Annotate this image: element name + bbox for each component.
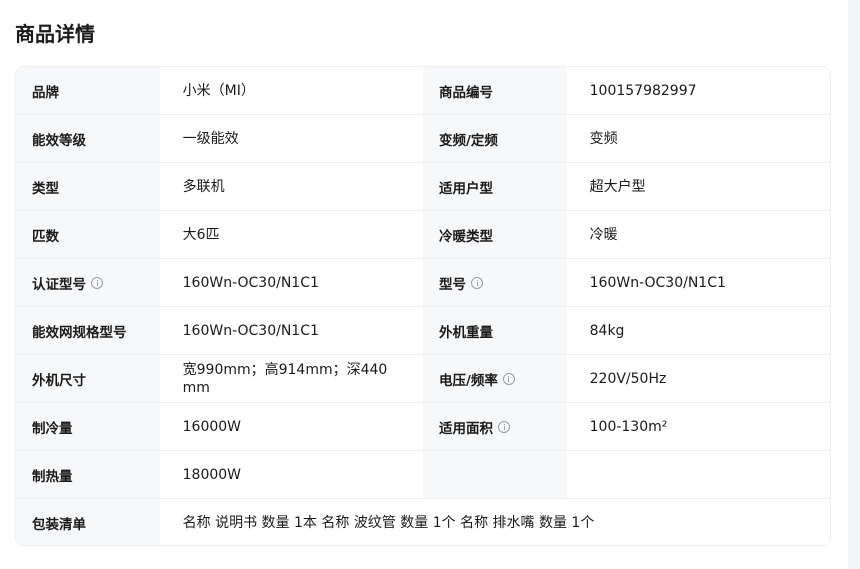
spec-value-outdoor-weight: 84kg xyxy=(567,307,830,354)
spec-label-text: 类型 xyxy=(32,180,59,197)
scrollbar-track[interactable] xyxy=(848,0,860,569)
spec-label-text: 认证型号 xyxy=(32,276,86,293)
spec-value-text: 84kg xyxy=(589,322,625,339)
info-icon[interactable] xyxy=(471,276,483,289)
table-row: 匹数 大6匹 冷暖类型 冷暖 xyxy=(16,211,830,259)
table-row: 能效等级 一级能效 变频/定频 变频 xyxy=(16,115,830,163)
spec-label-inverter: 变频/定频 xyxy=(423,115,567,162)
spec-value-heating-capacity: 18000W xyxy=(160,451,423,498)
spec-label-text: 外机尺寸 xyxy=(32,372,86,389)
spec-label-horsepower: 匹数 xyxy=(16,211,160,258)
spec-label-text: 制热量 xyxy=(32,468,73,485)
spec-label-heating-cooling: 冷暖类型 xyxy=(423,211,567,258)
spec-value-energy-grade: 一级能效 xyxy=(160,115,423,162)
spec-value-text: 宽990mm；高914mm；深440mm xyxy=(182,361,388,396)
spec-value-text: 名称 说明书 数量 1本 名称 波纹管 数量 1个 名称 排水嘴 数量 1个 xyxy=(182,515,595,531)
spec-label-text: 商品编号 xyxy=(439,84,493,101)
spec-value-cert-model: 160Wn-OC30/N1C1 xyxy=(160,259,423,306)
spec-value-text: 160Wn-OC30/N1C1 xyxy=(589,274,726,291)
spec-label-text: 适用户型 xyxy=(439,180,493,197)
spec-label-outdoor-weight: 外机重量 xyxy=(423,307,567,354)
spec-value-text: 超大户型 xyxy=(589,178,646,195)
table-row: 品牌 小米（MI） 商品编号 100157982997 xyxy=(16,67,830,115)
spec-label-empty xyxy=(423,451,567,498)
spec-value-text: 大6匹 xyxy=(182,226,220,243)
spec-value-heating-cooling: 冷暖 xyxy=(567,211,830,258)
spec-value-text: 一级能效 xyxy=(182,130,239,147)
spec-label-text: 冷暖类型 xyxy=(439,228,493,245)
info-icon[interactable] xyxy=(502,372,515,385)
spec-label-text: 型号 xyxy=(439,276,466,293)
spec-value-voltage-frequency: 220V/50Hz xyxy=(567,355,830,402)
spec-value-house-type: 超大户型 xyxy=(567,163,830,210)
table-row: 包装清单 名称 说明书 数量 1本 名称 波纹管 数量 1个 名称 排水嘴 数量… xyxy=(16,499,830,545)
spec-value-text: 16000W xyxy=(182,418,242,435)
spec-value-inverter: 变频 xyxy=(567,115,830,162)
spec-value-text: 变频 xyxy=(589,130,618,147)
spec-value-sku: 100157982997 xyxy=(567,67,830,114)
spec-label-cert-model: 认证型号 xyxy=(16,259,160,306)
spec-label-text: 能效等级 xyxy=(32,132,86,149)
spec-value-text: 小米（MI） xyxy=(182,82,255,99)
spec-value-text: 220V/50Hz xyxy=(589,370,667,387)
spec-value-text: 160Wn-OC30/N1C1 xyxy=(182,322,319,339)
spec-label-applicable-area: 适用面积 xyxy=(423,403,567,450)
spec-label-package-list: 包装清单 xyxy=(16,499,160,545)
spec-value-horsepower: 大6匹 xyxy=(160,211,423,258)
spec-label-energy-grade: 能效等级 xyxy=(16,115,160,162)
spec-label-model: 型号 xyxy=(423,259,567,306)
table-row: 制热量 18000W xyxy=(16,451,830,499)
spec-label-energy-spec-model: 能效网规格型号 xyxy=(16,307,160,354)
spec-label-heating-capacity: 制热量 xyxy=(16,451,160,498)
spec-label-text: 能效网规格型号 xyxy=(32,324,127,341)
spec-value-energy-spec-model: 160Wn-OC30/N1C1 xyxy=(160,307,423,354)
spec-value-cooling-capacity: 16000W xyxy=(160,403,423,450)
spec-label-cooling-capacity: 制冷量 xyxy=(16,403,160,450)
info-icon[interactable] xyxy=(91,276,103,289)
spec-value-applicable-area: 100-130m² xyxy=(567,403,830,450)
spec-label-text: 制冷量 xyxy=(32,420,73,437)
section-title: 商品详情 xyxy=(15,22,95,46)
spec-label-voltage-frequency: 电压/频率 xyxy=(423,355,567,402)
spec-value-empty xyxy=(566,451,830,498)
spec-value-text: 100157982997 xyxy=(589,82,697,99)
table-row: 制冷量 16000W 适用面积 100-130m² xyxy=(16,403,830,451)
spec-label-house-type: 适用户型 xyxy=(423,163,567,210)
table-row: 认证型号 160Wn-OC30/N1C1 型号 160Wn-OC30/N1C1 xyxy=(16,259,830,307)
spec-label-outdoor-size: 外机尺寸 xyxy=(16,355,160,402)
spec-table: 品牌 小米（MI） 商品编号 100157982997 能效等级 一级能效 变频… xyxy=(15,66,831,546)
spec-value-text: 18000W xyxy=(182,466,242,483)
spec-value-text: 100-130m² xyxy=(589,418,668,435)
spec-value-model: 160Wn-OC30/N1C1 xyxy=(567,259,830,306)
spec-value-text: 冷暖 xyxy=(589,226,618,243)
spec-label-text: 适用面积 xyxy=(439,420,493,437)
spec-label-text: 变频/定频 xyxy=(439,132,498,149)
spec-value-text: 160Wn-OC30/N1C1 xyxy=(182,274,319,291)
table-row: 外机尺寸 宽990mm；高914mm；深440mm 电压/频率 220V/50H… xyxy=(16,355,830,403)
spec-value-text: 多联机 xyxy=(182,178,225,195)
spec-label-text: 匹数 xyxy=(32,228,59,245)
spec-label-text: 品牌 xyxy=(32,84,59,101)
spec-value-brand: 小米（MI） xyxy=(160,67,423,114)
spec-value-outdoor-size: 宽990mm；高914mm；深440mm xyxy=(160,355,423,402)
info-icon[interactable] xyxy=(498,420,510,433)
spec-value-package-list: 名称 说明书 数量 1本 名称 波纹管 数量 1个 名称 排水嘴 数量 1个 xyxy=(160,499,830,545)
spec-label-text: 外机重量 xyxy=(439,324,493,341)
table-row: 能效网规格型号 160Wn-OC30/N1C1 外机重量 84kg xyxy=(16,307,830,355)
spec-label-type: 类型 xyxy=(16,163,160,210)
spec-label-text: 电压/频率 xyxy=(439,372,498,389)
product-details-page: 商品详情 品牌 小米（MI） 商品编号 100157982997 能效等级 一级… xyxy=(0,0,860,569)
spec-value-type: 多联机 xyxy=(160,163,423,210)
spec-label-brand: 品牌 xyxy=(16,67,160,114)
table-row: 类型 多联机 适用户型 超大户型 xyxy=(16,163,830,211)
spec-label-text: 包装清单 xyxy=(32,517,86,533)
spec-label-sku: 商品编号 xyxy=(423,67,567,114)
